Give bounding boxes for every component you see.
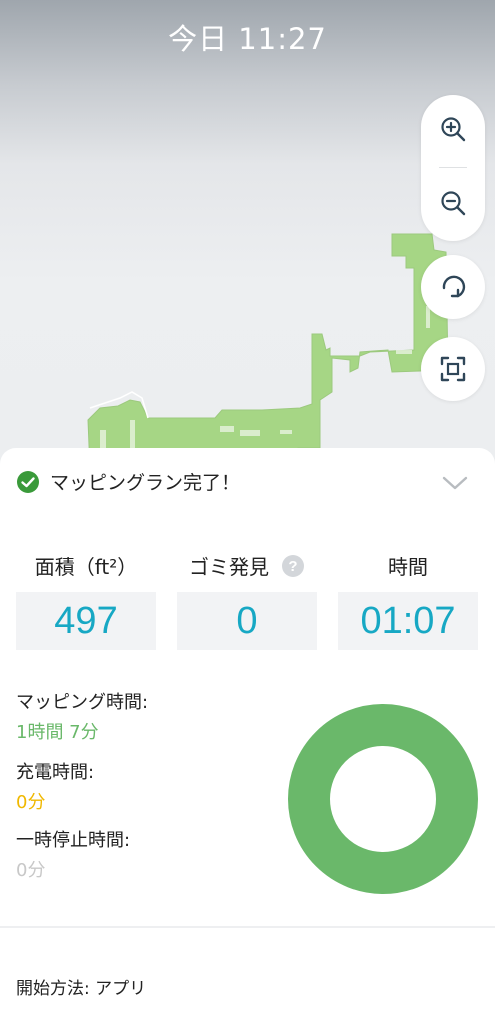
fit-screen-icon xyxy=(440,356,466,382)
area-value: 497 xyxy=(16,592,156,650)
charging-time-label: 充電時間: xyxy=(16,762,95,783)
rotate-icon xyxy=(442,275,466,298)
status-row: マッピングラン完了！ xyxy=(16,468,240,495)
help-icon[interactable]: ? xyxy=(281,554,305,578)
duration-value: 01:07 xyxy=(338,592,478,650)
mapping-time-value: 1時間 7分 xyxy=(16,722,99,743)
area-label: 面積（ft²） xyxy=(34,555,138,579)
summary-panel: マッピングラン完了！ 面積（ft²） ゴミ発見 ? 時間 497 0 01:07… xyxy=(0,448,495,1024)
page-title: 今日 11:27 xyxy=(168,22,327,56)
zoom-out-button[interactable] xyxy=(421,171,485,235)
fit-screen-button[interactable] xyxy=(421,337,485,401)
check-circle-icon xyxy=(17,470,39,493)
mapping-time-label: マッピング時間: xyxy=(16,692,149,713)
map-area[interactable]: 今日 11:27 xyxy=(0,0,495,470)
time-donut-chart xyxy=(288,704,478,894)
zoom-divider xyxy=(439,167,467,168)
section-divider xyxy=(0,926,495,928)
svg-text:?: ? xyxy=(288,558,297,575)
duration-label: 時間 xyxy=(388,555,428,579)
paused-time-label: 一時停止時間: xyxy=(16,830,131,851)
debris-label: ゴミ発見 xyxy=(189,555,269,579)
floor-map xyxy=(87,233,449,470)
status-text: マッピングラン完了！ xyxy=(50,472,241,494)
paused-time-value: 0分 xyxy=(16,860,46,881)
chevron-down-icon[interactable] xyxy=(440,468,470,498)
debris-label-group: ゴミ発見 ? xyxy=(177,551,317,580)
donut-mapping-segment xyxy=(288,704,478,894)
debris-value: 0 xyxy=(177,592,317,650)
rotate-map-button[interactable] xyxy=(421,255,485,319)
start-method: 開始方法: アプリ xyxy=(16,979,147,999)
charging-time-value: 0分 xyxy=(16,792,46,813)
zoom-in-icon xyxy=(441,117,466,142)
zoom-controls xyxy=(421,95,485,241)
zoom-in-button[interactable] xyxy=(421,97,485,161)
zoom-out-icon xyxy=(441,191,466,216)
